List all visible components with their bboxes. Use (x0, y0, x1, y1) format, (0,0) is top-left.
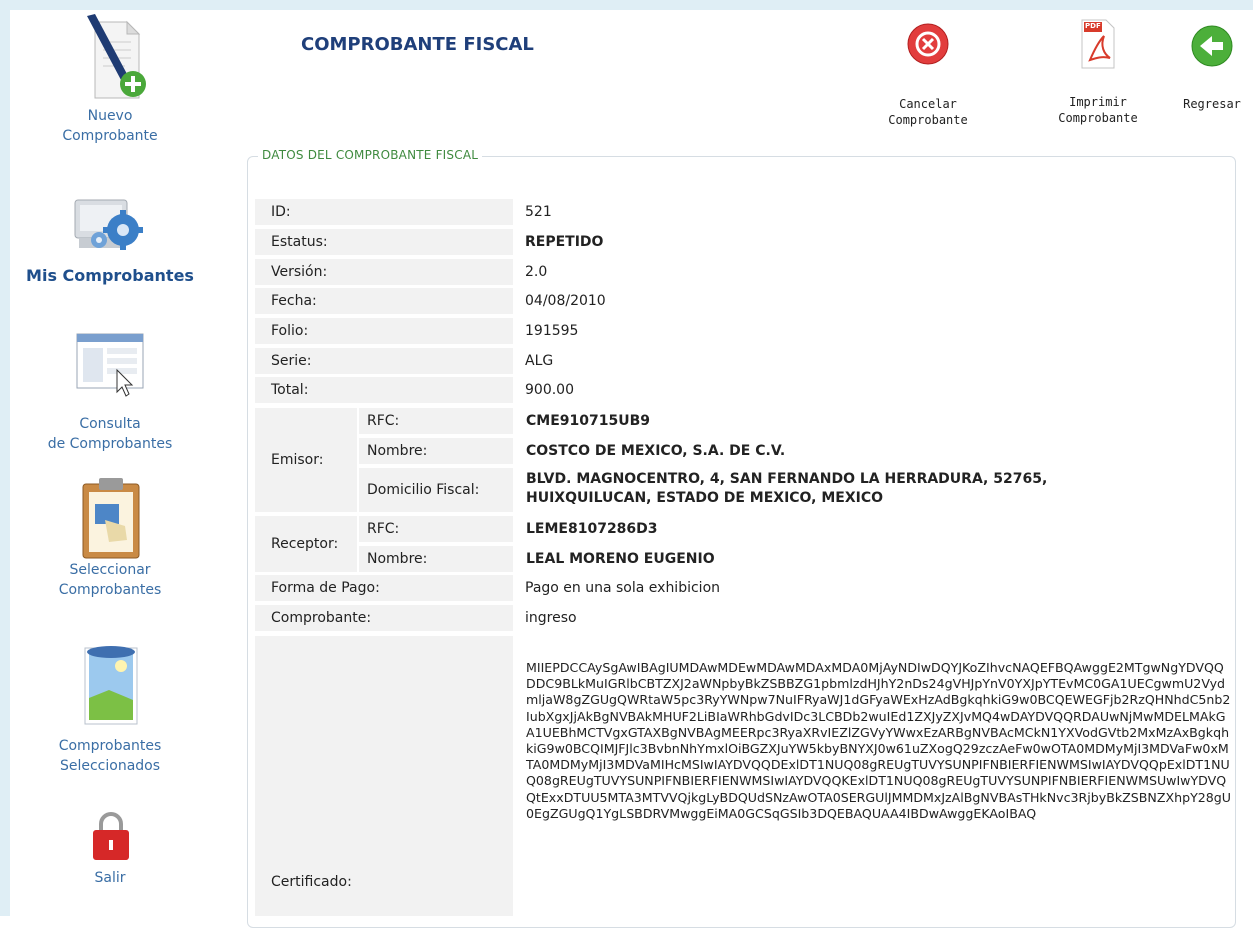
cancel-label: Comprobante (888, 113, 968, 127)
sidebar-item-label: de Comprobantes (47, 436, 173, 452)
cancel-icon (906, 22, 950, 66)
print-comprobante-button[interactable]: PDF Imprimir Comprobante (1040, 16, 1156, 126)
field-label: Nombre: (359, 438, 513, 464)
clipboard-icon (65, 476, 155, 559)
gear-computer-icon (65, 182, 155, 262)
sidebar-item-label: Salir (94, 870, 126, 886)
back-arrow-icon (1190, 24, 1234, 68)
field-label: Forma de Pago: (255, 575, 513, 601)
field-label: Nombre: (359, 546, 513, 572)
emisor-rfc-value: CME910715UB9 (526, 413, 650, 429)
field-label: Versión: (255, 259, 513, 285)
sidebar-item-label: Consulta (79, 416, 141, 432)
new-document-icon (65, 14, 155, 99)
sidebar-item-consulta[interactable]: Consulta de Comprobantes (10, 330, 210, 454)
field-label: Comprobante: (255, 605, 513, 631)
field-label: Domicilio Fiscal: (359, 468, 513, 512)
folio-value: 191595 (525, 323, 579, 339)
sidebar-item-salir[interactable]: Salir (10, 810, 210, 888)
field-label: RFC: (359, 516, 513, 542)
back-button[interactable]: Regresar (1172, 24, 1252, 112)
field-label: Total: (255, 377, 513, 403)
field-label: ID: (255, 199, 513, 225)
field-label: Estatus: (255, 229, 513, 255)
sidebar-item-seleccionar[interactable]: Seleccionar Comprobantes (10, 476, 210, 600)
window-left-border (0, 0, 10, 916)
picture-icon (65, 644, 155, 732)
field-label: Fecha: (255, 288, 513, 314)
lock-icon (65, 810, 155, 864)
status-value: REPETIDO (525, 234, 604, 250)
emisor-name-value: COSTCO DE MEXICO, S.A. DE C.V. (526, 443, 786, 459)
back-label: Regresar (1183, 97, 1241, 111)
window-cursor-icon (65, 330, 155, 410)
pdf-icon: PDF (1078, 16, 1118, 72)
field-label: Serie: (255, 348, 513, 374)
sidebar-item-label: Comprobantes (58, 582, 162, 598)
section-legend: DATOS DEL COMPROBANTE FISCAL (258, 148, 483, 162)
print-label: Comprobante (1058, 111, 1138, 125)
payment-value: Pago en una sola exhibicion (525, 580, 721, 596)
cancel-comprobante-button[interactable]: Cancelar Comprobante (870, 22, 986, 128)
sidebar-item-label: Mis Comprobantes (26, 266, 194, 285)
cancel-label: Cancelar (899, 97, 957, 111)
sidebar-item-nuevo-comprobante[interactable]: Nuevo Comprobante (10, 14, 210, 146)
emisor-address-value: BLVD. MAGNOCENTRO, 4, SAN FERNANDO LA HE… (526, 470, 1047, 508)
field-label: RFC: (359, 408, 513, 434)
version-value: 2.0 (525, 264, 548, 280)
page-title: COMPROBANTE FISCAL (301, 34, 534, 55)
date-value: 04/08/2010 (525, 293, 606, 309)
address-line: BLVD. MAGNOCENTRO, 4, SAN FERNANDO LA HE… (526, 471, 1048, 487)
print-label: Imprimir (1069, 95, 1127, 109)
type-value: ingreso (525, 610, 577, 626)
sidebar-item-label: Seleccionados (59, 758, 161, 774)
receptor-rfc-value: LEME8107286D3 (526, 521, 658, 537)
total-value: 900.00 (525, 382, 574, 398)
address-line: HUIXQUILUCAN, ESTADO DE MEXICO, MEXICO (526, 490, 884, 506)
sidebar-item-mis-comprobantes[interactable]: Mis Comprobantes (10, 182, 210, 286)
cert-label-cell: Certificado: (255, 636, 513, 916)
certificate-value: MIIEPDCCAySgAwIBAgIUMDAwMDEwMDAwMDAxMDA0… (526, 660, 1232, 821)
receptor-name-value: LEAL MORENO EUGENIO (526, 551, 715, 567)
field-label: Certificado: (271, 874, 352, 890)
id-value: 521 (525, 204, 552, 220)
field-label: Folio: (255, 318, 513, 344)
window-top-border (0, 0, 1253, 10)
pdf-badge: PDF (1085, 22, 1101, 30)
sidebar-item-label: Comprobantes (58, 738, 162, 754)
sidebar-item-label: Nuevo (87, 108, 133, 124)
sidebar-item-label: Comprobante (62, 128, 158, 144)
sidebar-item-seleccionados[interactable]: Comprobantes Seleccionados (10, 644, 210, 776)
serie-value: ALG (525, 353, 554, 369)
sidebar: Nuevo Comprobante Mis Comprobantes Consu… (10, 10, 210, 916)
emisor-label: Emisor: (255, 408, 357, 512)
receptor-label: Receptor: (255, 516, 357, 572)
